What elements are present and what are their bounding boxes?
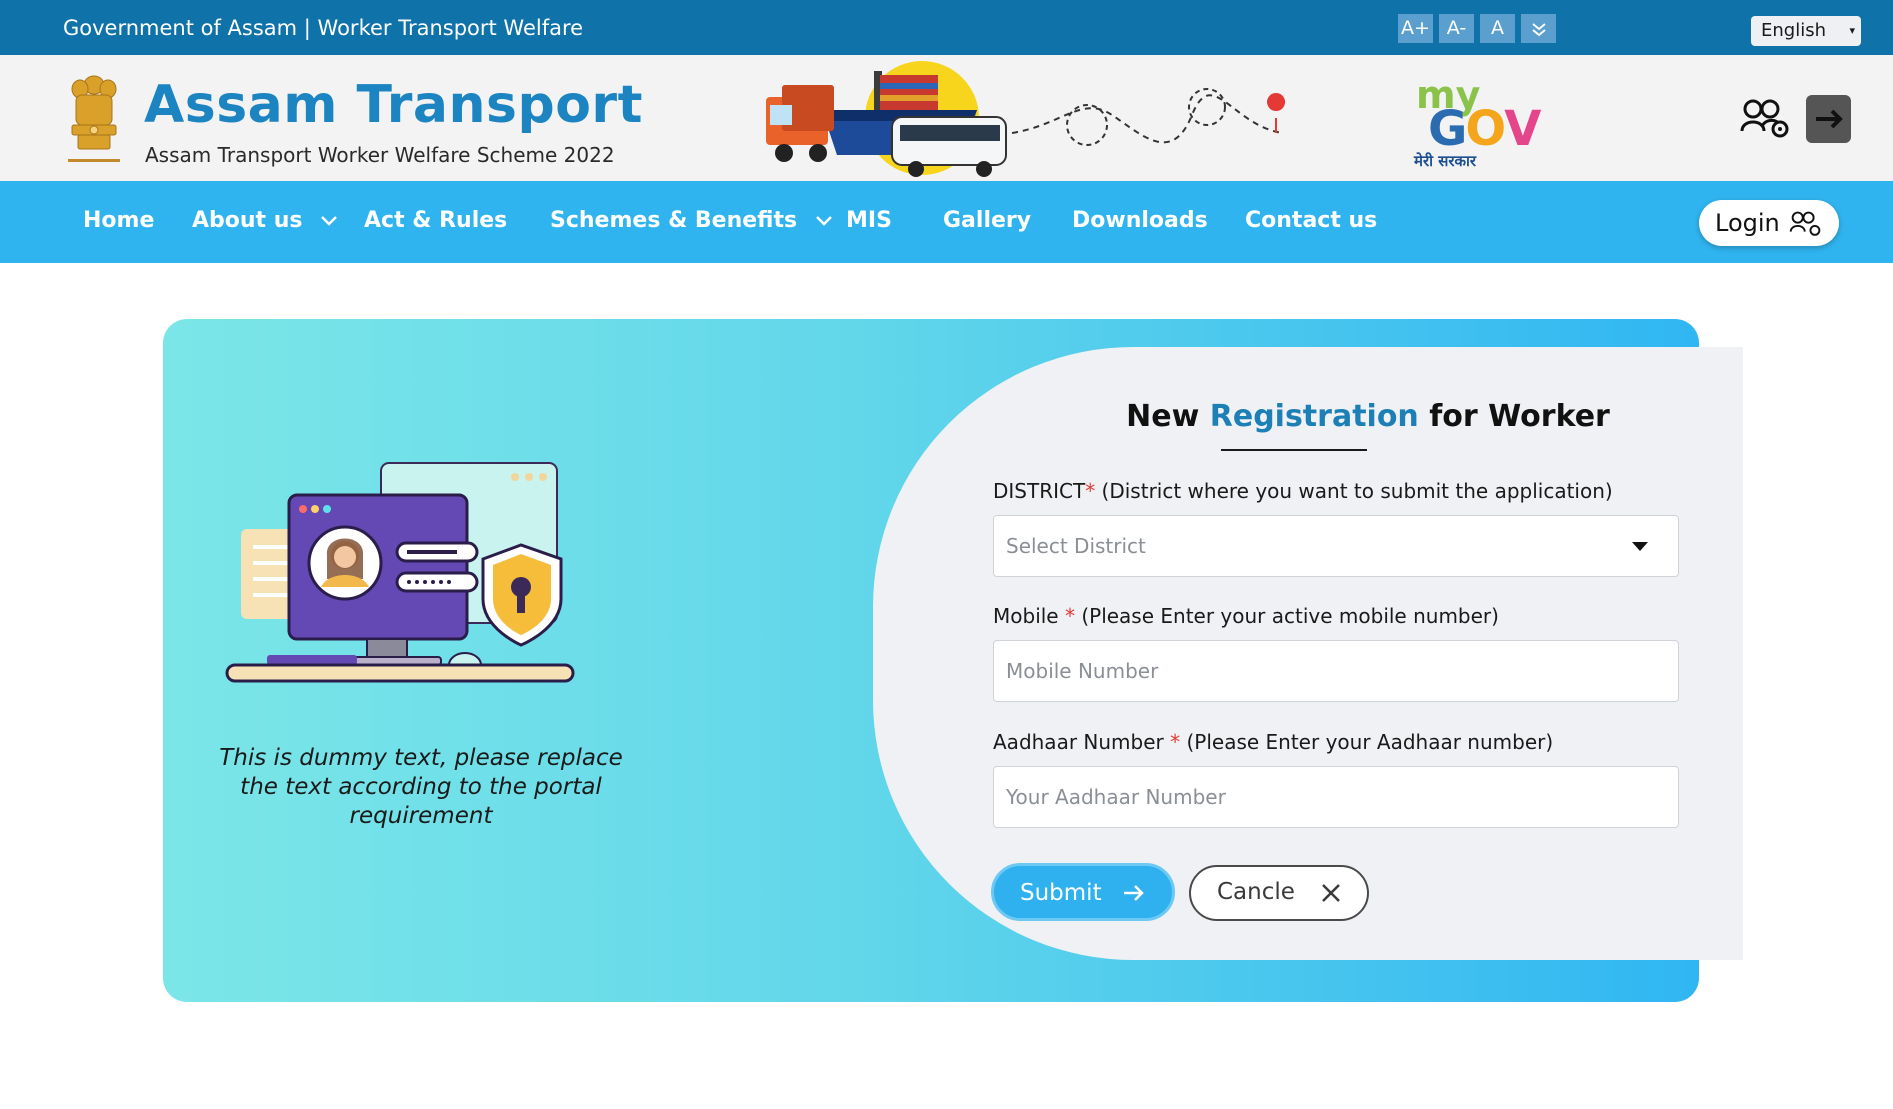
nav-item-mis-label: MIS: [846, 208, 892, 233]
close-icon: [1322, 884, 1340, 902]
info-text-line-1: This is dummy text, please replace: [219, 745, 623, 771]
nav-item-home[interactable]: Home: [83, 208, 154, 233]
aadhaar-label-text: Aadhaar Number: [993, 730, 1171, 754]
form-title-post: for Worker: [1418, 399, 1610, 434]
nav-item-about-label: About us: [192, 208, 303, 233]
nav-item-contact-us[interactable]: Contact us: [1245, 208, 1377, 233]
nav-item-contact-label: Contact us: [1245, 208, 1378, 233]
main-navigation: Home About us Act & Rules Schemes & Bene…: [0, 181, 1893, 263]
mobile-hint: (Please Enter your active mobile number): [1074, 604, 1499, 628]
arrow-right-icon: [1816, 109, 1843, 129]
user-settings-icon[interactable]: [1740, 97, 1792, 141]
title-underline: [1221, 449, 1367, 451]
top-bar: Government of Assam | Worker Transport W…: [0, 0, 1893, 55]
chevron-down-icon: [815, 216, 832, 226]
font-increase-button[interactable]: A+: [1398, 14, 1433, 43]
nav-item-act-rules[interactable]: Act & Rules: [364, 208, 507, 233]
mygov-logo: my GOV मेरी सरकार: [1412, 73, 1541, 170]
aadhaar-label: Aadhaar Number * (Please Enter your Aadh…: [993, 730, 1553, 754]
form-title: New Registration for Worker: [873, 399, 1743, 434]
nav-item-schemes-benefits[interactable]: Schemes & Benefits: [550, 208, 833, 233]
nav-item-home-label: Home: [83, 208, 155, 233]
nav-item-about-us[interactable]: About us: [192, 208, 338, 233]
required-asterisk: *: [1064, 604, 1075, 628]
font-reset-button[interactable]: A: [1480, 14, 1515, 43]
login-label: Login: [1715, 209, 1780, 237]
district-label: DISTRICT* (District where you want to su…: [993, 479, 1613, 503]
nav-item-act-label: Act & Rules: [364, 208, 508, 233]
district-select[interactable]: Select District: [993, 515, 1679, 577]
skip-down-button[interactable]: [1521, 14, 1556, 43]
registration-panel: This is dummy text, please replace the t…: [163, 319, 1743, 1002]
submit-button[interactable]: Submit: [991, 863, 1175, 921]
site-header: Assam Transport Assam Transport Worker W…: [0, 55, 1893, 181]
chevron-down-icon: ▾: [1849, 24, 1855, 37]
mygov-tagline: मेरी सरकार: [1414, 152, 1477, 170]
language-select[interactable]: English ▾: [1751, 16, 1861, 46]
nav-item-downloads-label: Downloads: [1072, 208, 1208, 233]
language-value: English: [1761, 20, 1826, 41]
district-placeholder: Select District: [1006, 534, 1146, 558]
nav-item-schemes-label: Schemes & Benefits: [550, 208, 798, 233]
cancel-button[interactable]: Cancle: [1189, 865, 1369, 921]
logout-button[interactable]: [1806, 95, 1851, 143]
info-text: This is dummy text, please replace the t…: [211, 744, 631, 831]
aadhaar-number-input[interactable]: Your Aadhaar Number: [993, 766, 1679, 828]
login-button[interactable]: Login: [1699, 200, 1839, 246]
mobile-label-text: Mobile: [993, 604, 1065, 628]
secure-login-illustration: [225, 462, 575, 683]
mobile-label: Mobile * (Please Enter your active mobil…: [993, 604, 1499, 628]
cancel-label: Cancle: [1217, 879, 1295, 905]
nav-item-downloads[interactable]: Downloads: [1072, 208, 1208, 233]
info-text-line-2: the text according to the portal: [240, 774, 602, 800]
chevron-down-icon: [321, 216, 338, 226]
nav-item-gallery[interactable]: Gallery: [943, 208, 1031, 233]
required-asterisk: *: [1085, 479, 1096, 503]
nav-item-mis[interactable]: MIS: [846, 208, 892, 233]
form-title-highlight: Registration: [1209, 399, 1419, 434]
font-decrease-button[interactable]: A-: [1439, 14, 1474, 43]
brand-title: Assam Transport: [144, 75, 643, 135]
aadhaar-placeholder: Your Aadhaar Number: [1006, 785, 1226, 809]
arrow-right-icon: [1124, 885, 1144, 901]
mobile-number-input[interactable]: Mobile Number: [993, 640, 1679, 702]
submit-label: Submit: [1020, 880, 1102, 906]
aadhaar-hint: (Please Enter your Aadhaar number): [1180, 730, 1554, 754]
brand-subtitle: Assam Transport Worker Welfare Scheme 20…: [145, 143, 615, 167]
form-title-pre: New: [1126, 399, 1210, 434]
nav-item-gallery-label: Gallery: [943, 208, 1032, 233]
registration-form-card: New Registration for Worker DISTRICT* (D…: [873, 347, 1743, 960]
state-emblem-icon: [68, 75, 120, 162]
user-settings-icon: [1789, 211, 1821, 236]
double-chevron-down-icon: [1531, 22, 1546, 36]
font-size-controls: A+ A- A: [1398, 14, 1556, 43]
government-title: Government of Assam | Worker Transport W…: [63, 16, 584, 40]
mobile-placeholder: Mobile Number: [1006, 659, 1159, 683]
caret-down-icon: [1632, 542, 1648, 551]
info-text-line-3: requirement: [349, 803, 493, 829]
required-asterisk: *: [1170, 730, 1181, 754]
district-hint: (District where you want to submit the a…: [1095, 479, 1613, 503]
transport-banner-illustration: [766, 61, 1285, 177]
mygov-logo-gov: GOV: [1428, 101, 1541, 157]
district-label-text: DISTRICT: [993, 479, 1086, 503]
